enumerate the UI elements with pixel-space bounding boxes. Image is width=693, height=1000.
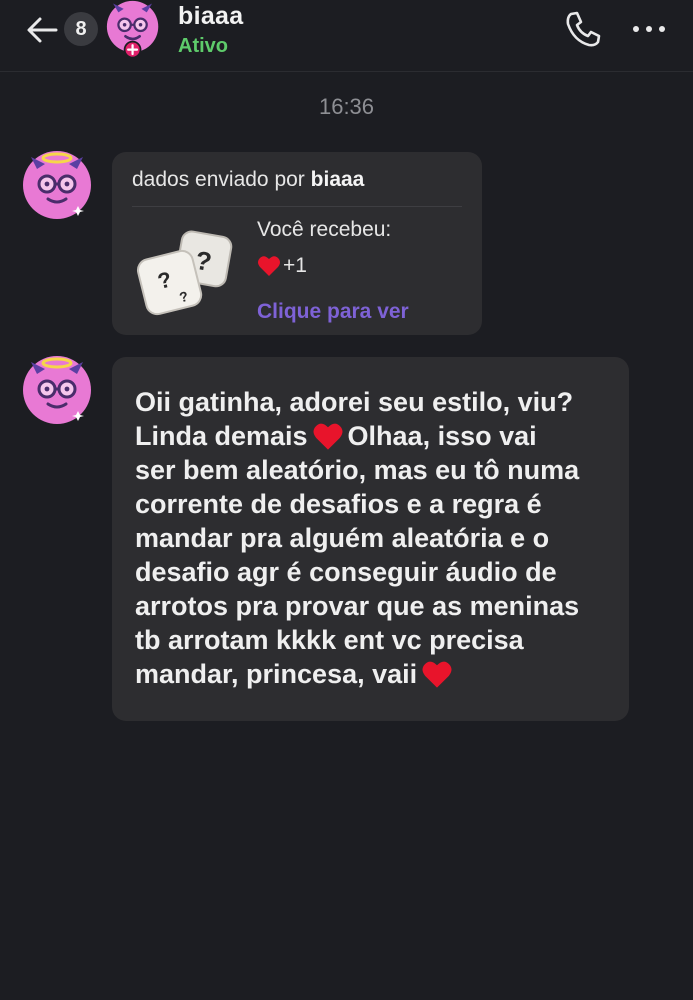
call-button[interactable] [562, 8, 604, 50]
back-button[interactable] [22, 10, 62, 50]
view-reward-link[interactable]: Clique para ver [257, 300, 409, 324]
message-line: Oii gatinha, adorei seu estilo, viu? [135, 387, 574, 417]
devil-avatar-icon [106, 0, 159, 59]
red-heart-icon [422, 661, 452, 688]
sender-avatar[interactable] [22, 150, 92, 220]
contact-avatar[interactable] [106, 0, 168, 62]
message-line: Linda demais Olhaa, isso vai [135, 419, 611, 453]
message-text-segment: mandar, princesa, vaii [135, 659, 418, 689]
message-line: tb arrotam kkkk ent vc precisa [135, 625, 524, 655]
message-text-segment: Linda demais [135, 421, 308, 451]
red-heart-icon [313, 423, 343, 450]
sender-avatar[interactable] [22, 355, 92, 425]
dice-sender-name: biaaa [310, 168, 365, 191]
more-options-button[interactable] [626, 12, 672, 46]
message-line: desafio agr é conseguir áudio de [135, 557, 557, 587]
contact-name[interactable]: biaaa [178, 2, 243, 31]
message-line: ser bem aleatório, mas eu tô numa [135, 455, 580, 485]
message-line: arrotos pra provar que as meninas [135, 591, 580, 621]
reward-line: +1 [257, 254, 307, 278]
received-label: Você recebeu: [257, 218, 392, 241]
dice-image: ? ? ? [132, 224, 236, 318]
contact-status: Ativo [178, 35, 228, 57]
message-line: mandar, princesa, vaii [135, 657, 611, 691]
more-dots-icon [633, 26, 665, 32]
devil-avatar-icon [23, 151, 91, 219]
devil-avatar-icon [23, 356, 91, 424]
dice-message-card[interactable]: dados enviado por biaaa ? ? ? Você receb… [112, 152, 482, 335]
chat-header: 8 biaaa Ativo [0, 0, 693, 72]
mystery-dice-icon: ? ? ? [136, 230, 233, 316]
red-heart-icon [258, 256, 280, 276]
message-text-segment: Olhaa, isso vai [347, 421, 537, 451]
text-message-bubble[interactable]: Oii gatinha, adorei seu estilo, viu? Lin… [112, 357, 629, 721]
dice-sent-by-text: dados enviado por [132, 168, 305, 191]
unread-count-badge[interactable]: 8 [64, 12, 98, 46]
message-line: corrente de desafios e a regra é [135, 489, 542, 519]
arrow-left-icon [27, 17, 58, 43]
dice-sender-line: dados enviado por biaaa [132, 168, 364, 192]
phone-icon [566, 11, 601, 47]
message-line: mandar pra alguém aleatória e o [135, 523, 550, 553]
reward-value: +1 [283, 254, 307, 277]
message-timestamp: 16:36 [318, 94, 375, 119]
divider [132, 206, 462, 207]
